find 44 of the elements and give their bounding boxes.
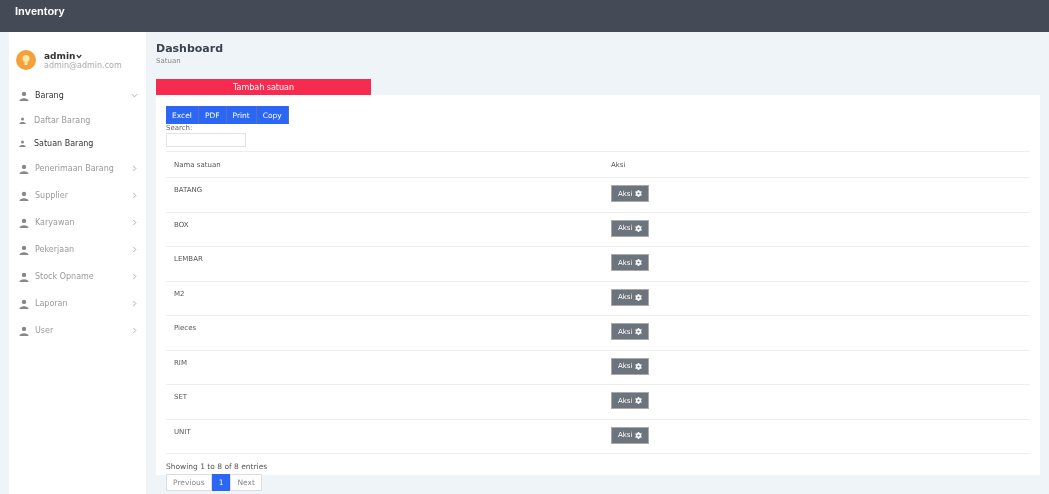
sidebar-item[interactable]: User [9,317,146,344]
user-email: admin@admin.com [44,60,122,70]
person-icon [19,244,29,255]
sidebar-item[interactable]: Barang [9,82,146,109]
person-icon [19,217,29,228]
gear-icon [635,328,643,335]
page-title: Dashboard [156,42,225,55]
person-icon [19,140,26,147]
user-name[interactable]: admin [44,50,122,61]
person-icon [19,271,29,282]
app-title: Inventory [14,4,65,17]
sidebar-subitem[interactable]: Daftar Barang [9,109,146,132]
sidebar-item[interactable]: Penerimaan Barang [9,155,146,182]
gear-icon [635,190,643,197]
chevron-right-icon [131,246,138,253]
add-unit-button[interactable]: Tambah satuan [156,79,371,95]
person-icon [19,90,29,101]
chevron-right-icon [131,273,138,280]
search-field[interactable] [166,133,246,147]
gear-icon [635,259,643,266]
sidebar-item[interactable]: Supplier [9,182,146,209]
chevron-right-icon [131,192,138,199]
gear-icon [635,397,643,404]
gear-icon [635,362,643,370]
person-icon [19,117,26,124]
person-icon [19,190,29,201]
gear-icon [635,431,643,439]
chevron-right-icon [131,300,138,307]
sidebar-item[interactable]: Laporan [9,290,146,317]
sidebar-subitem[interactable]: Satuan Barang [9,132,146,155]
person-icon [19,298,29,309]
person-icon [19,325,29,336]
person-icon [19,163,29,174]
sidebar-item[interactable]: Karyawan [9,209,146,236]
chevron-right-icon [131,165,138,172]
sidebar-item[interactable]: Stock Opname [9,263,146,290]
chevron-down-icon [131,92,138,99]
chevron-right-icon [131,219,138,226]
sidebar-item[interactable]: Pekerjaan [9,236,146,263]
avatar-icon [16,50,36,70]
gear-icon [635,224,643,232]
chevron-down-icon [76,53,83,59]
gear-icon [635,293,643,301]
chevron-right-icon [131,327,138,334]
